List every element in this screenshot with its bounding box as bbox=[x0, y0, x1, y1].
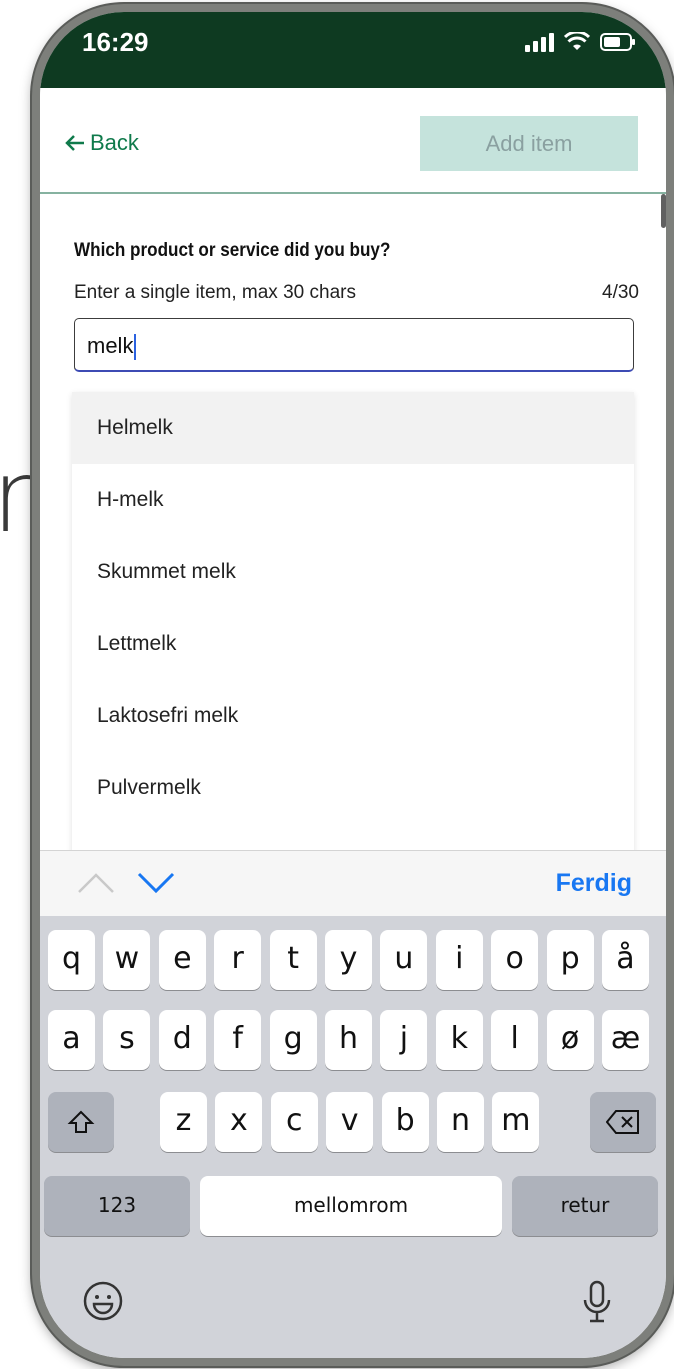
product-input[interactable]: melk bbox=[74, 318, 634, 372]
app-header: Back Add item bbox=[40, 88, 666, 194]
key-t[interactable]: t bbox=[269, 930, 317, 990]
key-m[interactable]: m bbox=[492, 1092, 540, 1152]
key-c[interactable]: c bbox=[270, 1092, 318, 1152]
key-e[interactable]: e bbox=[158, 930, 206, 990]
signal-icon bbox=[525, 32, 554, 52]
space-key[interactable]: mellomrom bbox=[200, 1176, 502, 1236]
battery-icon bbox=[600, 33, 635, 51]
key-æ[interactable]: æ bbox=[602, 1010, 649, 1070]
key-u[interactable]: u bbox=[380, 930, 428, 990]
key-q[interactable]: q bbox=[48, 930, 95, 990]
key-v[interactable]: v bbox=[326, 1092, 374, 1152]
key-å[interactable]: å bbox=[602, 930, 649, 990]
status-bar: 16:29 bbox=[40, 12, 666, 88]
arrow-left-icon bbox=[65, 135, 84, 151]
microphone-icon[interactable] bbox=[582, 1280, 612, 1324]
key-p[interactable]: p bbox=[546, 930, 594, 990]
key-h[interactable]: h bbox=[325, 1010, 372, 1070]
key-i[interactable]: i bbox=[435, 930, 483, 990]
key-f[interactable]: f bbox=[214, 1010, 262, 1070]
shift-key[interactable] bbox=[48, 1092, 114, 1152]
emoji-icon[interactable] bbox=[82, 1280, 124, 1322]
key-r[interactable]: r bbox=[214, 930, 262, 990]
suggestion-item[interactable]: Skummet melk bbox=[72, 536, 634, 608]
wifi-icon bbox=[564, 32, 590, 50]
back-button[interactable]: Back bbox=[64, 130, 139, 156]
key-a[interactable]: a bbox=[48, 1010, 95, 1070]
status-time: 16:29 bbox=[82, 27, 149, 57]
key-z[interactable]: z bbox=[160, 1092, 207, 1152]
return-key[interactable]: retur bbox=[512, 1176, 658, 1236]
key-l[interactable]: l bbox=[491, 1010, 539, 1070]
backspace-key[interactable] bbox=[590, 1092, 656, 1152]
key-o[interactable]: o bbox=[491, 930, 539, 990]
key-x[interactable]: x bbox=[215, 1092, 263, 1152]
key-d[interactable]: d bbox=[158, 1010, 206, 1070]
add-item-button[interactable]: Add item bbox=[420, 116, 638, 171]
question-label: Which product or service did you buy? bbox=[74, 240, 391, 261]
numbers-key[interactable]: 123 bbox=[44, 1176, 190, 1236]
key-g[interactable]: g bbox=[269, 1010, 317, 1070]
back-label: Back bbox=[90, 130, 139, 155]
keyboard: q w e r t y u i o p å a s d f g h j k l ø æ z x c v b n m 123 mellomro… bbox=[40, 916, 666, 1260]
keyboard-bottom-bar bbox=[40, 1260, 666, 1358]
helper-text: Enter a single item, max 30 chars bbox=[74, 282, 356, 303]
keyboard-accessory-bar: Ferdig bbox=[40, 850, 666, 916]
backspace-icon bbox=[605, 1110, 639, 1134]
chevron-up-icon[interactable] bbox=[76, 871, 116, 895]
text-caret bbox=[134, 334, 137, 361]
status-icons bbox=[525, 32, 636, 52]
key-k[interactable]: k bbox=[435, 1010, 483, 1070]
key-y[interactable]: y bbox=[325, 930, 372, 990]
chevron-down-icon[interactable] bbox=[136, 871, 176, 895]
suggestion-item[interactable]: Pulvermelk bbox=[72, 752, 634, 824]
key-b[interactable]: b bbox=[381, 1092, 429, 1152]
key-s[interactable]: s bbox=[103, 1010, 151, 1070]
char-counter: 4/30 bbox=[602, 282, 639, 303]
shift-icon bbox=[67, 1110, 95, 1133]
key-w[interactable]: w bbox=[103, 930, 151, 990]
phone-frame: 16:29 Back Add item Which product or ser… bbox=[32, 4, 674, 1366]
phone-screen: 16:29 Back Add item Which product or ser… bbox=[40, 12, 666, 1358]
done-button[interactable]: Ferdig bbox=[556, 869, 632, 898]
key-j[interactable]: j bbox=[380, 1010, 428, 1070]
suggestion-item[interactable]: Laktosefri melk bbox=[72, 680, 634, 752]
scroll-indicator[interactable] bbox=[661, 194, 666, 228]
suggestion-item[interactable]: H-melk bbox=[72, 464, 634, 536]
suggestion-item[interactable]: Lettmelk bbox=[72, 608, 634, 680]
key-n[interactable]: n bbox=[437, 1092, 484, 1152]
suggestion-list: Helmelk H-melk Skummet melk Lettmelk Laktose… bbox=[72, 392, 634, 862]
input-value: melk bbox=[87, 333, 134, 358]
key-ø[interactable]: ø bbox=[546, 1010, 594, 1070]
suggestion-item[interactable]: Helmelk bbox=[72, 392, 634, 464]
